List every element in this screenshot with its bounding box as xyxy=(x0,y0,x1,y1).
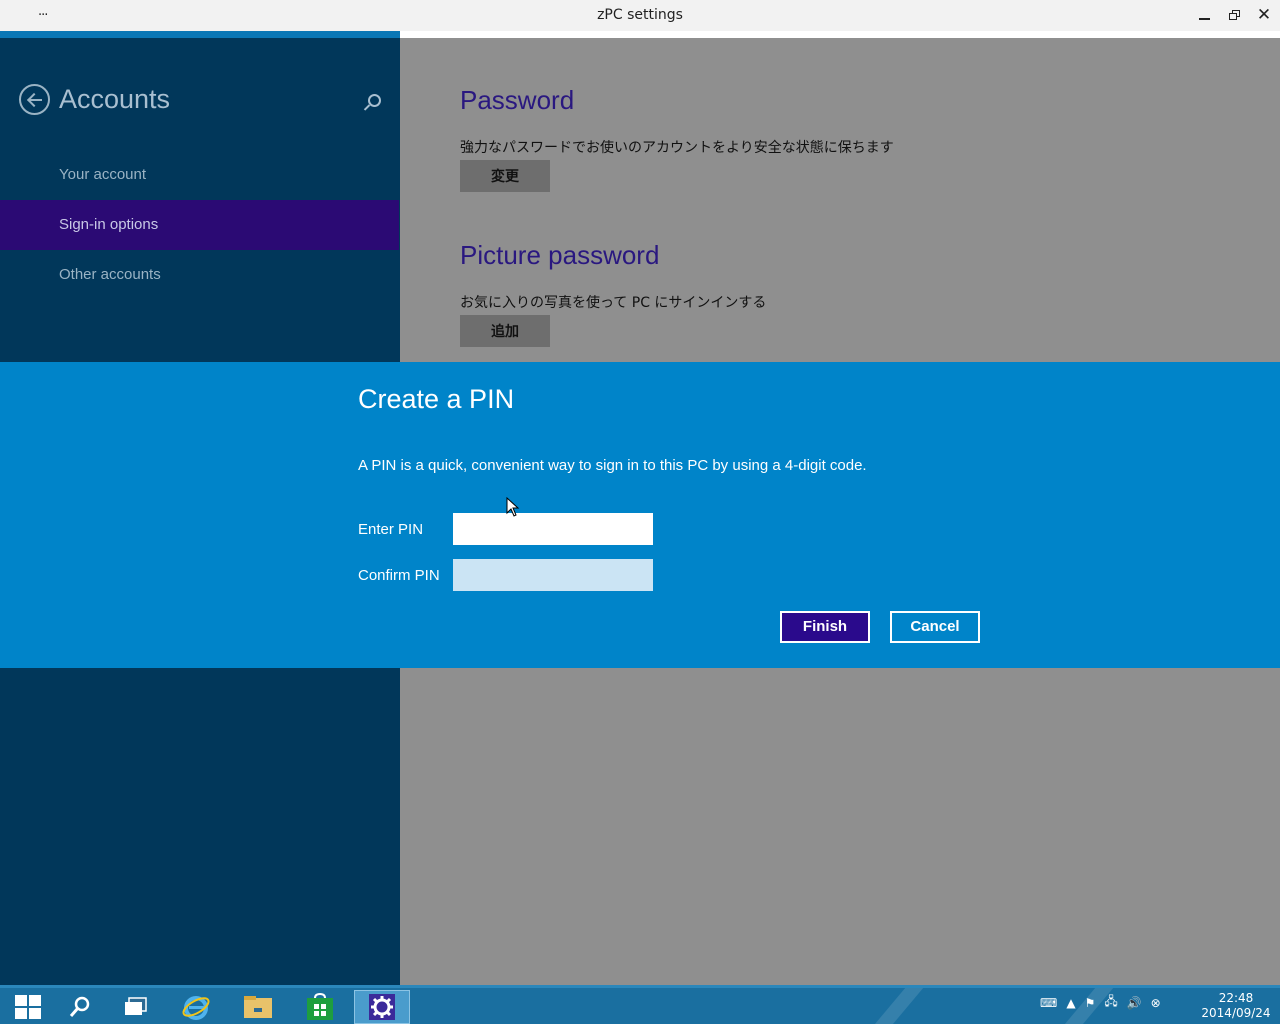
sidebar-item-your-account[interactable]: Your account xyxy=(0,150,399,200)
minimize-button[interactable] xyxy=(1192,4,1216,26)
taskbar-decoration xyxy=(854,988,924,1024)
chevron-up-icon[interactable]: ▲ xyxy=(1066,996,1075,1010)
restore-icon xyxy=(1228,10,1240,20)
search-icon[interactable] xyxy=(52,990,108,1024)
clock-time: 22:48 xyxy=(1218,991,1254,1005)
taskbar: ⌨ ▲ ⚑ 🖧 🔊 ⊗ 22:48 2014/09/24 xyxy=(0,985,1280,1024)
picture-password-section-title: Picture password xyxy=(460,240,660,270)
confirm-pin-label: Confirm PIN xyxy=(358,567,440,584)
system-tray: ⌨ ▲ ⚑ 🖧 🔊 ⊗ xyxy=(1040,992,1161,1013)
task-view-icon[interactable] xyxy=(108,990,164,1024)
store-icon[interactable] xyxy=(292,990,348,1024)
clock-date: 2014/09/24 xyxy=(1201,1006,1271,1020)
dialog-title: Create a PIN xyxy=(358,384,515,414)
password-section-title: Password xyxy=(460,85,575,115)
dialog-description: A PIN is a quick, convenient way to sign… xyxy=(358,457,867,474)
action-center-flag-icon[interactable]: ⚑ xyxy=(1085,996,1096,1010)
sidebar-item-other-accounts[interactable]: Other accounts xyxy=(0,250,399,300)
cancel-button[interactable]: Cancel xyxy=(890,611,980,643)
restore-button[interactable] xyxy=(1222,4,1246,26)
search-icon[interactable] xyxy=(364,94,381,110)
finish-button[interactable]: Finish xyxy=(780,611,870,643)
sidebar-title: Accounts xyxy=(59,84,171,114)
blocked-icon[interactable]: ⊗ xyxy=(1151,996,1161,1010)
close-button[interactable]: ✕ xyxy=(1252,4,1276,26)
settings-gear-icon[interactable] xyxy=(354,990,410,1024)
add-picture-password-button[interactable]: 追加 xyxy=(460,315,550,347)
taskbar-clock[interactable]: 22:48 2014/09/24 xyxy=(1196,991,1276,1021)
sidebar-item-sign-in-options[interactable]: Sign-in options xyxy=(0,200,399,250)
back-arrow-icon[interactable] xyxy=(19,84,50,115)
minimize-icon xyxy=(1198,18,1210,20)
enter-pin-input[interactable] xyxy=(453,513,653,545)
title-bar: ... zPC settings ✕ xyxy=(0,0,1280,31)
create-pin-dialog: Create a PIN A PIN is a quick, convenien… xyxy=(0,362,1280,668)
window-title: zPC settings xyxy=(597,7,683,23)
picture-password-description: お気に入りの写真を使って PC にサインインする xyxy=(460,295,767,311)
volume-icon[interactable]: 🔊 xyxy=(1127,996,1142,1010)
change-password-button[interactable]: 変更 xyxy=(460,160,550,192)
confirm-pin-input[interactable] xyxy=(453,559,653,591)
internet-explorer-icon[interactable] xyxy=(168,990,224,1024)
enter-pin-label: Enter PIN xyxy=(358,521,424,538)
network-icon[interactable]: 🖧 xyxy=(1104,992,1117,1013)
windows-start-icon[interactable] xyxy=(0,990,56,1024)
file-explorer-icon[interactable] xyxy=(230,990,286,1024)
password-description: 強力なパスワードでお使いのアカウントをより安全な状態に保ちます xyxy=(460,140,894,156)
keyboard-icon[interactable]: ⌨ xyxy=(1040,996,1057,1010)
close-icon: ✕ xyxy=(1256,5,1272,25)
